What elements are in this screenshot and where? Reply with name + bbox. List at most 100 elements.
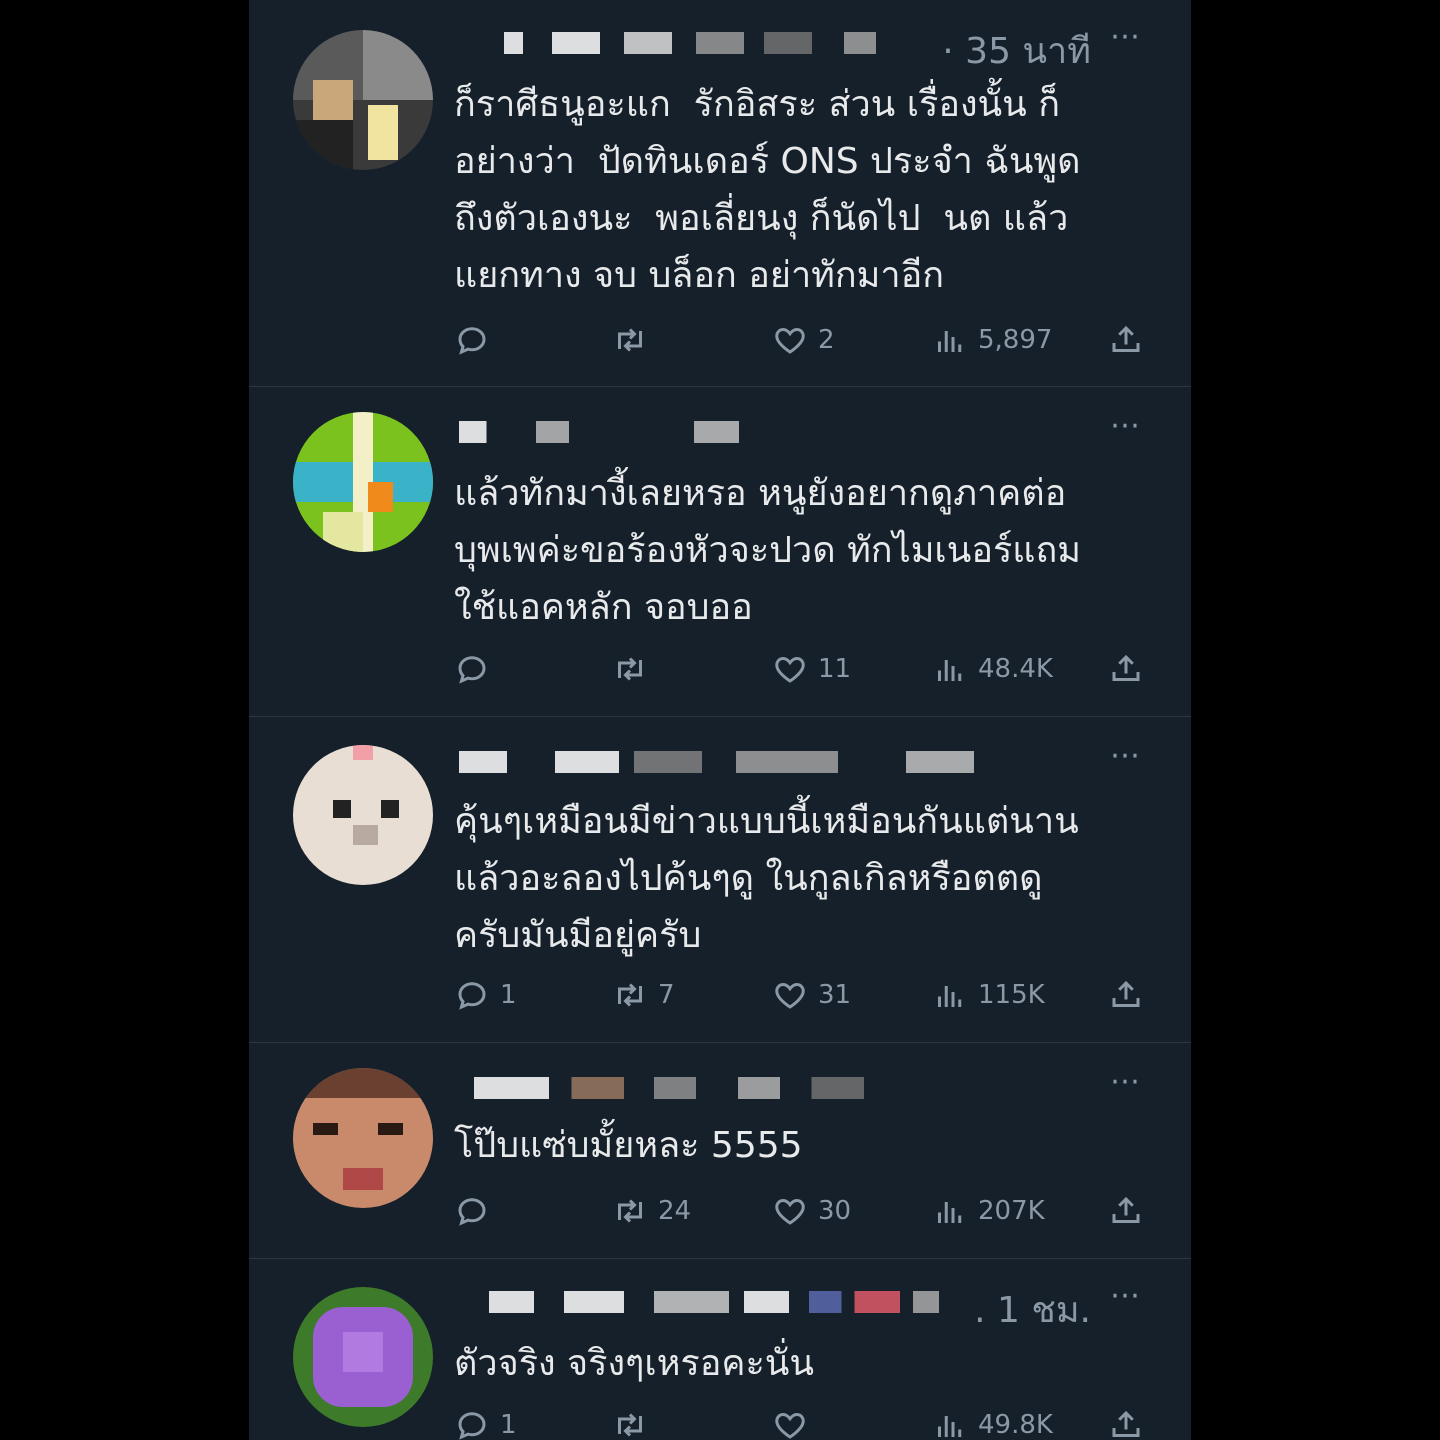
tweet[interactable]: ⋯ คุ้นๆเหมือนมีข่าวแบบนี้เหมือนกันแต่นาน… [249, 717, 1191, 1043]
reply-icon [454, 322, 490, 358]
reply-button[interactable]: 1 [454, 973, 517, 1017]
retweet-icon [612, 1407, 648, 1440]
username-redacted [489, 1291, 789, 1313]
reply-feed: · 35 นาที ⋯ ก็ราศีธนูอะแก รักอิสระ ส่วน … [249, 0, 1191, 1440]
avatar[interactable] [293, 745, 433, 885]
views-count: 49.8K [978, 1410, 1053, 1440]
retweet-icon [612, 977, 648, 1013]
tweet-actions: 2 5,897 [454, 318, 1144, 362]
more-icon[interactable]: ⋯ [1107, 741, 1143, 777]
handle-redacted [809, 1291, 939, 1313]
reply-button[interactable]: 1 [454, 1403, 517, 1440]
reply-button[interactable] [454, 1189, 500, 1233]
tweet-time: · 35 นาที [942, 31, 1091, 72]
tweet[interactable]: ⋯ แล้วทักมางี้เลยหรอ หนูยังอยากดูภาคต่อ … [249, 387, 1191, 717]
retweet-button[interactable]: 24 [612, 1189, 691, 1233]
views-count: 207K [978, 1196, 1045, 1226]
share-button[interactable] [1108, 1403, 1144, 1440]
likes-count: 31 [818, 980, 852, 1010]
reply-button[interactable] [454, 647, 500, 691]
views-button[interactable]: 48.4K [932, 647, 1053, 691]
tweet-header: . 1 ชม. ⋯ [454, 1281, 1143, 1331]
views-count: 48.4K [978, 654, 1053, 684]
likes-count: 30 [818, 1196, 852, 1226]
tweet-time: . 1 ชม. [974, 1290, 1091, 1331]
like-button[interactable]: 11 [772, 647, 851, 691]
share-button[interactable] [1108, 973, 1144, 1017]
username-redacted [504, 32, 744, 54]
reply-button[interactable] [454, 318, 500, 362]
tweet[interactable]: ⋯ โป๊บแซ่บมั้ยหละ 5555 24 30 207K [249, 1043, 1191, 1259]
avatar[interactable] [293, 30, 433, 170]
retweet-button[interactable]: 7 [612, 973, 675, 1017]
username-redacted [459, 421, 569, 443]
retweet-icon [612, 322, 648, 358]
retweet-button[interactable] [612, 647, 658, 691]
heart-icon [772, 1193, 808, 1229]
like-button[interactable]: 30 [772, 1189, 851, 1233]
reply-icon [454, 651, 490, 687]
tweet-text: โป๊บแซ่บมั้ยหละ 5555 [454, 1125, 803, 1166]
tweet-header: ⋯ [454, 411, 1143, 455]
share-button[interactable] [1108, 1189, 1144, 1233]
more-icon[interactable]: ⋯ [1107, 1067, 1143, 1103]
reply-icon [454, 977, 490, 1013]
views-count: 115K [978, 980, 1045, 1010]
heart-icon [772, 977, 808, 1013]
retweet-icon [612, 651, 648, 687]
heart-icon [772, 1407, 808, 1440]
avatar[interactable] [293, 1287, 433, 1427]
like-button[interactable]: 31 [772, 973, 851, 1017]
avatar[interactable] [293, 1068, 433, 1208]
retweets-count: 24 [658, 1196, 692, 1226]
tweet[interactable]: · 35 นาที ⋯ ก็ราศีธนูอะแก รักอิสระ ส่วน … [249, 0, 1191, 387]
share-icon [1108, 322, 1144, 358]
tweet-text: ก็ราศีธนูอะแก รักอิสระ ส่วน เรื่องนั้น ก… [454, 84, 1081, 296]
heart-icon [772, 651, 808, 687]
more-icon[interactable]: ⋯ [1107, 22, 1143, 58]
username-redacted [459, 751, 619, 773]
tweet-header: ⋯ [454, 741, 1143, 785]
share-icon [1108, 977, 1144, 1013]
share-icon [1108, 1407, 1144, 1440]
share-icon [1108, 651, 1144, 687]
more-icon[interactable]: ⋯ [1107, 411, 1143, 447]
more-icon[interactable]: ⋯ [1107, 1281, 1143, 1317]
views-icon [932, 651, 968, 687]
handle-redacted [694, 421, 739, 443]
likes-count: 2 [818, 325, 835, 355]
tweet-actions: 11 48.4K [454, 647, 1144, 691]
views-button[interactable]: 5,897 [932, 318, 1052, 362]
reply-icon [454, 1193, 490, 1229]
retweet-button[interactable] [612, 318, 658, 362]
handle-redacted [654, 1077, 864, 1099]
username-redacted [474, 1077, 624, 1099]
tweet[interactable]: . 1 ชม. ⋯ ตัวจริง จริงๆเหรอคะนั่น 1 49.8K [249, 1259, 1191, 1440]
handle-redacted [634, 751, 974, 773]
retweet-icon [612, 1193, 648, 1229]
replies-count: 1 [500, 980, 517, 1010]
retweets-count: 7 [658, 980, 675, 1010]
like-button[interactable]: 2 [772, 318, 835, 362]
avatar[interactable] [293, 412, 433, 552]
share-button[interactable] [1108, 647, 1144, 691]
reply-icon [454, 1407, 490, 1440]
handle-redacted [764, 32, 924, 54]
likes-count: 11 [818, 654, 852, 684]
tweet-header: ⋯ [454, 1067, 1143, 1111]
like-button[interactable] [772, 1403, 818, 1440]
tweet-actions: 24 30 207K [454, 1189, 1144, 1233]
replies-count: 1 [500, 1410, 517, 1440]
views-icon [932, 1193, 968, 1229]
tweet-actions: 1 49.8K [454, 1403, 1144, 1440]
share-button[interactable] [1108, 318, 1144, 362]
retweet-button[interactable] [612, 1403, 658, 1440]
views-icon [932, 977, 968, 1013]
views-button[interactable]: 115K [932, 973, 1045, 1017]
views-button[interactable]: 207K [932, 1189, 1045, 1233]
views-button[interactable]: 49.8K [932, 1403, 1053, 1440]
tweet-text: คุ้นๆเหมือนมีข่าวแบบนี้เหมือนกันแต่นาน แ… [454, 801, 1079, 956]
share-icon [1108, 1193, 1144, 1229]
tweet-actions: 1 7 31 115K [454, 973, 1144, 1017]
views-count: 5,897 [978, 325, 1053, 355]
